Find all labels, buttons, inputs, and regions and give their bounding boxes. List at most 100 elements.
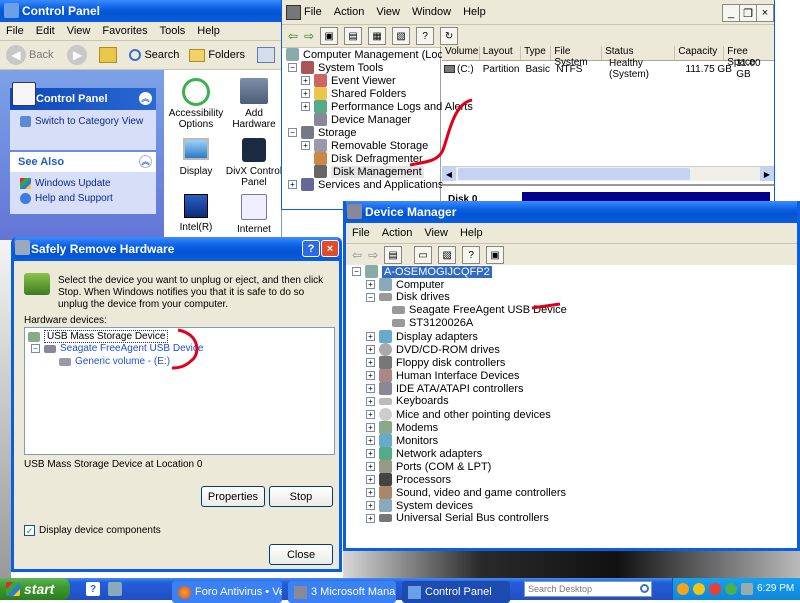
quick-launch-help-icon[interactable]: ? xyxy=(86,582,100,596)
collapse-icon[interactable]: − xyxy=(366,292,375,302)
see-also-chevron-icon[interactable]: ︽ xyxy=(139,155,152,168)
tray-icon-2[interactable] xyxy=(693,583,705,595)
expand-icon[interactable]: + xyxy=(366,345,375,354)
dm-item-hid[interactable]: + Human Interface Devices xyxy=(366,369,520,382)
cm-tree-shared-folders[interactable]: + Shared Folders xyxy=(301,87,406,100)
close-button[interactable]: Close xyxy=(269,544,333,565)
menu-edit[interactable]: Edit xyxy=(36,25,55,37)
expand-icon[interactable]: + xyxy=(288,180,297,189)
dm-menu-file[interactable]: File xyxy=(352,227,370,239)
collapse-icon[interactable]: − xyxy=(31,344,40,353)
cm-up-icon[interactable]: ▣ xyxy=(320,27,339,45)
quick-launch-media-icon[interactable] xyxy=(108,582,122,596)
properties-button[interactable]: Properties xyxy=(201,486,265,507)
dm-item-network[interactable]: + Network adapters xyxy=(366,447,482,460)
dm-menu-help[interactable]: Help xyxy=(460,227,483,239)
help-button-icon[interactable]: ? xyxy=(302,240,320,257)
dm-forward-icon[interactable]: ⇨ xyxy=(368,248,378,262)
cm-tree-storage[interactable]: − Storage xyxy=(288,126,357,139)
dm-item-display-adapters[interactable]: + Display adapters xyxy=(366,330,478,343)
desktop-search-box[interactable]: Search Desktop xyxy=(524,581,652,597)
expand-icon[interactable]: + xyxy=(301,102,310,111)
cp-item-intel[interactable]: Intel(R) xyxy=(168,194,224,233)
menu-help[interactable]: Help xyxy=(197,25,220,37)
dm-print-icon[interactable]: ▭ xyxy=(414,246,433,264)
cm-menu-file[interactable]: File xyxy=(304,6,322,18)
dm-item-computer[interactable]: + Computer xyxy=(366,278,444,291)
menu-favorites[interactable]: Favorites xyxy=(102,25,147,37)
cm-export-icon[interactable]: ▦ xyxy=(368,27,387,45)
cm-restore-icon[interactable]: ❐ xyxy=(739,4,757,22)
dm-computer-icon[interactable]: ▣ xyxy=(486,246,505,264)
dm-item-usb[interactable]: + Universal Serial Bus controllers xyxy=(366,512,549,524)
expand-icon[interactable]: + xyxy=(366,475,375,484)
dm-menu-view[interactable]: View xyxy=(424,227,448,239)
cp-item-accessibility[interactable]: Accessibility Options xyxy=(168,78,224,130)
tray-icon-3[interactable] xyxy=(709,583,721,595)
col-volume[interactable]: Volume xyxy=(442,46,480,60)
cm-tree-services[interactable]: + Services and Applications xyxy=(288,178,443,191)
cm-minimize-icon[interactable]: _ xyxy=(722,4,740,22)
control-panel-box-header[interactable]: Control Panel ︽ xyxy=(10,82,156,110)
dm-item-mice[interactable]: + Mice and other pointing devices xyxy=(366,408,551,421)
dm-item-seagate[interactable]: Seagate FreeAgent USB Device xyxy=(392,304,567,316)
switch-category-link[interactable]: Switch to Category View xyxy=(10,110,156,127)
cm-tree-disk-management[interactable]: Disk Management xyxy=(314,165,424,178)
expand-icon[interactable]: + xyxy=(366,488,375,497)
dm-item-ports[interactable]: + Ports (COM & LPT) xyxy=(366,460,491,473)
dm-item-monitors[interactable]: + Monitors xyxy=(366,434,438,447)
collapse-icon[interactable]: − xyxy=(288,128,297,137)
expand-icon[interactable]: + xyxy=(366,423,375,432)
expand-icon[interactable]: + xyxy=(366,280,375,289)
dm-root[interactable]: − A-OSEMOGIJCQFP2 xyxy=(352,265,492,278)
collapse-icon[interactable]: − xyxy=(352,267,361,276)
cm-tree-system-tools[interactable]: − System Tools xyxy=(288,61,383,74)
col-file-system[interactable]: File System xyxy=(551,46,603,68)
start-button[interactable]: start xyxy=(0,578,70,600)
cm-tree-removable-storage[interactable]: + Removable Storage xyxy=(301,139,428,152)
collapse-chevron-icon[interactable]: ︽ xyxy=(139,92,152,105)
dm-item-disk-drives[interactable]: − Disk drives xyxy=(366,291,450,303)
dm-item-floppy[interactable]: + Floppy disk controllers xyxy=(366,356,505,369)
see-also-item-windows-update[interactable]: Windows Update xyxy=(10,172,156,189)
cm-refresh-icon[interactable]: ↻ xyxy=(440,27,459,45)
cm-tree-event-viewer[interactable]: + Event Viewer xyxy=(301,74,396,87)
tray-icon-1[interactable] xyxy=(677,583,689,595)
cm-forward-icon[interactable]: ⇨ xyxy=(304,29,314,43)
see-also-item-help[interactable]: Help and Support xyxy=(10,189,156,204)
dm-item-system-devices[interactable]: + System devices xyxy=(366,499,473,512)
forward-arrow-icon[interactable]: ▶ xyxy=(67,45,88,65)
cm-tree-disk-defragmenter[interactable]: Disk Defragmenter xyxy=(314,152,423,165)
device-seagate[interactable]: − Seagate FreeAgent USB Device xyxy=(31,343,203,354)
device-usb-mass-storage[interactable]: USB Mass Storage Device xyxy=(28,330,169,343)
cp-item-display[interactable]: Display xyxy=(168,138,224,177)
safely-remove-titlebar[interactable]: Safely Remove Hardware ? × xyxy=(14,237,339,261)
cm-help-icon[interactable]: ? xyxy=(416,27,435,45)
cm-properties-icon[interactable]: ▧ xyxy=(392,27,411,45)
cm-menu-view[interactable]: View xyxy=(376,6,400,18)
dm-item-sound[interactable]: + Sound, video and game controllers xyxy=(366,486,566,499)
dm-back-icon[interactable]: ⇦ xyxy=(352,248,362,262)
menu-tools[interactable]: Tools xyxy=(160,25,186,37)
folders-button[interactable]: Folders xyxy=(189,48,245,62)
tray-icon-4[interactable] xyxy=(725,583,737,595)
dm-item-modems[interactable]: + Modems xyxy=(366,421,438,434)
expand-icon[interactable]: + xyxy=(366,384,375,393)
dm-help-icon[interactable]: ? xyxy=(462,246,481,264)
dm-item-processors[interactable]: + Processors xyxy=(366,473,451,486)
up-folder-icon[interactable] xyxy=(99,47,118,63)
cm-menu-help[interactable]: Help xyxy=(463,6,486,18)
table-row[interactable]: (C:) Partition Basic NTFS Healthy (Syste… xyxy=(442,58,774,80)
checkbox-checked-icon[interactable]: ✓ xyxy=(24,525,35,536)
expand-icon[interactable]: + xyxy=(366,358,375,367)
collapse-icon[interactable]: − xyxy=(288,63,297,72)
dm-showhide-tree-icon[interactable]: ▤ xyxy=(384,246,403,264)
dm-properties-icon[interactable]: ▧ xyxy=(438,246,457,264)
cm-tree-root[interactable]: Computer Management (Local) xyxy=(286,48,455,61)
expand-icon[interactable]: + xyxy=(366,436,375,445)
menu-file[interactable]: File xyxy=(6,25,24,37)
views-icon[interactable] xyxy=(257,47,276,63)
col-layout[interactable]: Layout xyxy=(480,46,522,60)
menu-view[interactable]: View xyxy=(67,25,91,37)
scroll-left-icon[interactable]: ◀ xyxy=(442,167,456,181)
